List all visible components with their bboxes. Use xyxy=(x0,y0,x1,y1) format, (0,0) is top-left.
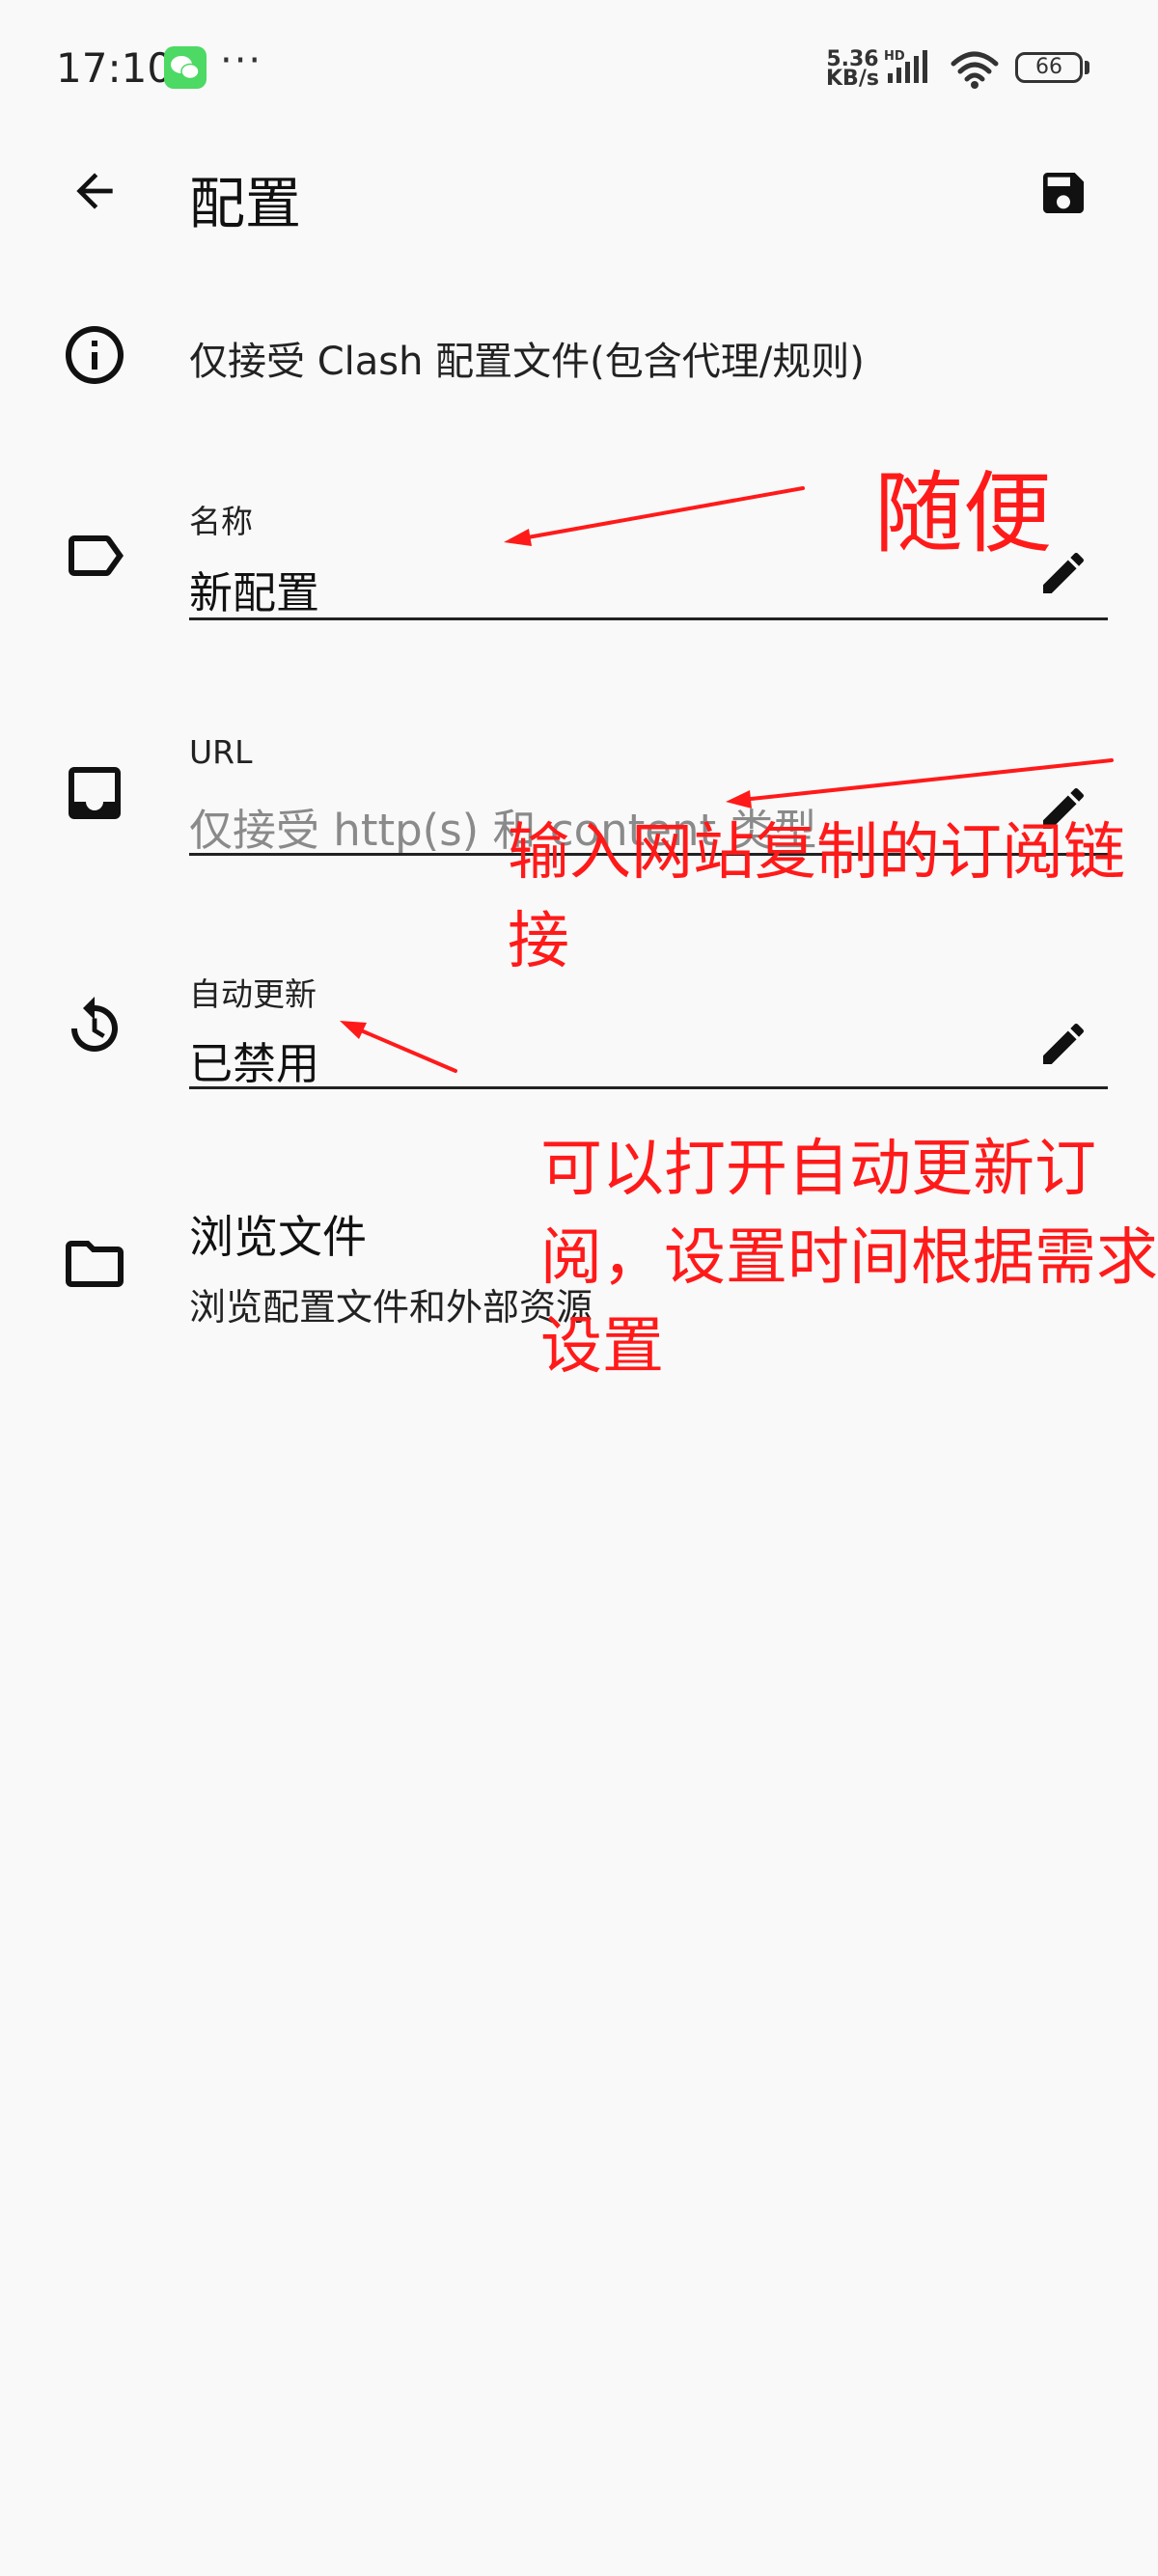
browse-files-subtitle: 浏览配置文件和外部资源 xyxy=(189,1286,593,1329)
save-icon[interactable] xyxy=(1036,166,1090,220)
annotation-arrow-name xyxy=(510,486,805,542)
name-field-label: 名称 xyxy=(189,503,253,540)
auto-update-field-underline xyxy=(189,1086,1108,1089)
name-field-underline xyxy=(189,617,1108,620)
name-field-value[interactable]: 新配置 xyxy=(189,558,319,620)
wechat-notification-icon xyxy=(164,46,207,89)
url-field-label: URL xyxy=(189,733,253,771)
page-title: 配置 xyxy=(189,171,302,236)
cellular-signal-icon: HD xyxy=(884,49,927,83)
annotation-url-note: 输入网站复制的订阅链接 xyxy=(508,817,1125,977)
label-icon xyxy=(69,535,124,576)
info-icon xyxy=(66,326,124,384)
battery-indicator: 66 xyxy=(1015,52,1083,83)
arrow-back-icon[interactable] xyxy=(68,164,122,218)
battery-cap xyxy=(1085,61,1089,74)
folder-icon xyxy=(66,1241,124,1287)
wifi-icon xyxy=(951,51,999,89)
status-time: 17:10 xyxy=(56,44,174,92)
annotation-arrow-update xyxy=(345,1023,457,1073)
annotation-name-note: 随便 xyxy=(874,462,1053,565)
annotation-arrows xyxy=(340,486,1114,1073)
status-bar: 17:10 ··· 5.36 KB/s HD 66 xyxy=(0,0,1158,135)
more-notifications-icon: ··· xyxy=(220,39,263,83)
edit-auto-update-icon[interactable] xyxy=(1036,1017,1090,1071)
update-clock-icon xyxy=(71,997,118,1052)
inbox-icon xyxy=(69,767,121,819)
auto-update-field-label: 自动更新 xyxy=(189,975,317,1013)
network-speed-unit: KB/s xyxy=(826,67,879,91)
info-text: 仅接受 Clash 配置文件(包含代理/规则) xyxy=(189,340,865,384)
browse-files-title[interactable]: 浏览文件 xyxy=(189,1202,367,1266)
annotation-update-note: 可以打开自动更新订阅，设置时间根据需求设置 xyxy=(540,1134,1158,1383)
hd-label: HD xyxy=(884,49,905,64)
network-speed: 5.36 KB/s xyxy=(826,49,879,91)
auto-update-field-value[interactable]: 已禁用 xyxy=(189,1028,319,1091)
